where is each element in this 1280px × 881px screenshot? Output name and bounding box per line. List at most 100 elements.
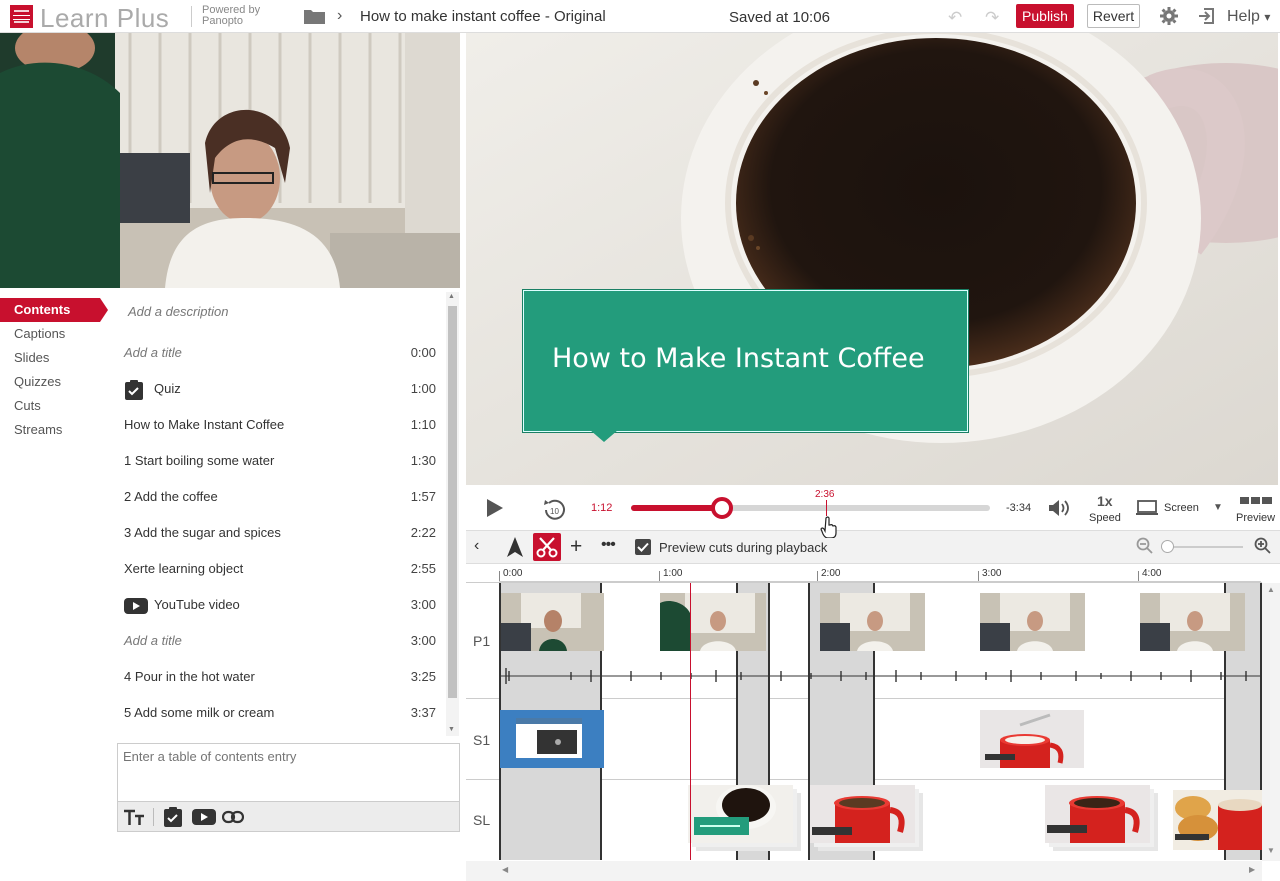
zoom-out-icon[interactable]	[1136, 537, 1154, 555]
session-title: How to make instant coffee - Original	[360, 8, 606, 25]
chevron-left-icon[interactable]: ‹	[474, 537, 479, 555]
gear-icon[interactable]	[1160, 7, 1178, 25]
powered-by: Powered by Panopto	[202, 4, 261, 27]
more-icon[interactable]: •••	[601, 536, 616, 554]
nav-item-cuts[interactable]: Cuts	[0, 394, 108, 418]
volume-icon[interactable]	[1047, 498, 1071, 518]
redo-icon[interactable]: ↷	[985, 8, 999, 28]
entry-title: 5 Add some milk or cream	[124, 705, 275, 720]
ruler-label: 1:00	[663, 568, 683, 579]
list-item[interactable]: How to Make Instant Coffee 1:10	[124, 407, 436, 443]
rewind-10-icon[interactable]: 10	[543, 497, 567, 521]
folder-icon[interactable]	[304, 8, 325, 24]
entry-time: 3:37	[410, 705, 436, 720]
screen-thumbnail	[516, 718, 582, 758]
callout-pointer	[590, 430, 618, 442]
youtube-icon[interactable]	[192, 809, 216, 825]
seek-handle[interactable]	[711, 497, 733, 519]
list-item[interactable]: 3 Add the sugar and spices 2:22	[124, 515, 436, 551]
toolbar-divider	[153, 808, 154, 826]
cut-tool[interactable]	[533, 533, 561, 561]
entry-title: Add a title	[124, 633, 182, 648]
revert-button[interactable]: Revert	[1087, 4, 1140, 28]
playhead[interactable]	[690, 583, 691, 860]
elapsed-time: 1:12	[591, 502, 613, 514]
video-thumbnail	[501, 593, 604, 651]
list-item[interactable]: 1 Start boiling some water 1:30	[124, 443, 436, 479]
time-ruler[interactable]: 0:00 1:00 2:00 3:00 4:00	[499, 566, 1261, 582]
ruler-tick	[499, 571, 500, 581]
play-icon[interactable]	[487, 499, 503, 517]
nav-item-contents[interactable]: Contents	[0, 298, 108, 322]
entry-title: Add a title	[124, 345, 182, 360]
top-bar: Learn Plus Powered by Panopto › How to m…	[0, 0, 1280, 33]
seek-progress	[631, 505, 722, 511]
quiz-icon[interactable]	[164, 807, 182, 827]
nav-item-streams[interactable]: Streams	[0, 418, 108, 442]
pointer-tool-icon[interactable]	[506, 537, 524, 557]
ruler-label: 2:00	[821, 568, 841, 579]
nav-item-slides[interactable]: Slides	[0, 346, 108, 370]
help-menu[interactable]: Help ▾	[1227, 8, 1270, 26]
link-icon[interactable]	[222, 810, 244, 824]
list-item[interactable]: 4 Pour in the hot water 3:25	[124, 659, 436, 695]
scroll-down-icon[interactable]: ▼	[448, 726, 455, 733]
screen-stream-clip[interactable]	[500, 710, 604, 768]
speed-value[interactable]: 1x	[1097, 493, 1113, 509]
zoom-slider[interactable]	[1163, 546, 1243, 548]
chevron-down-icon[interactable]: ▼	[1213, 502, 1223, 513]
list-item[interactable]: Xerte learning object 2:55	[124, 551, 436, 587]
nav-item-captions[interactable]: Captions	[0, 322, 108, 346]
ruler-tick	[817, 571, 818, 581]
editor-toolbar	[466, 530, 1280, 564]
entry-time: 2:55	[410, 561, 436, 576]
speed-label: Speed	[1089, 512, 1121, 524]
ruler-label: 3:00	[982, 568, 1002, 579]
preview-cuts-checkbox[interactable]	[635, 539, 651, 555]
nav-item-quizzes[interactable]: Quizzes	[0, 370, 108, 394]
screen-label[interactable]: Screen	[1164, 502, 1199, 514]
timeline-horizontal-scrollbar[interactable]: ◀ ▶	[466, 861, 1262, 881]
hover-marker	[826, 500, 827, 516]
zoom-in-icon[interactable]	[1254, 537, 1272, 555]
add-icon[interactable]: +	[570, 535, 582, 559]
scissors-icon	[536, 537, 558, 558]
lane-label-s1: S1	[473, 732, 491, 748]
video-thumbnail	[660, 593, 766, 651]
layout-icon[interactable]	[1240, 497, 1272, 505]
scroll-down-icon[interactable]: ▼	[1267, 846, 1275, 855]
contents-list: Add a description Add a title 0:00 Quiz …	[116, 290, 444, 738]
remaining-time: -3:34	[1006, 502, 1032, 514]
list-item[interactable]: Quiz 1:00	[124, 371, 436, 407]
checkmark-icon	[637, 542, 649, 552]
list-item[interactable]: YouTube video 3:00	[124, 587, 436, 623]
list-item[interactable]: 5 Add some milk or cream 3:37	[124, 695, 436, 731]
saved-status: Saved at 10:06	[729, 9, 830, 26]
list-item[interactable]: 2 Add the coffee 1:57	[124, 479, 436, 515]
entry-time: 1:30	[410, 453, 436, 468]
screen-thumbnail	[980, 710, 1084, 768]
app-name: Learn Plus	[40, 3, 170, 33]
zoom-handle[interactable]	[1161, 540, 1174, 553]
publish-button[interactable]: Publish	[1016, 4, 1074, 28]
screen-icon[interactable]	[1136, 500, 1158, 516]
chevron-down-icon: ▾	[1264, 10, 1271, 24]
description-placeholder[interactable]: Add a description	[128, 304, 228, 319]
scroll-right-icon[interactable]: ▶	[1249, 865, 1255, 874]
undo-icon[interactable]: ↶	[948, 8, 962, 28]
exit-icon[interactable]	[1197, 7, 1215, 25]
contents-scroll-thumb[interactable]	[448, 306, 457, 698]
list-item[interactable]: Add a title 3:00	[124, 623, 436, 659]
text-size-icon[interactable]	[123, 808, 145, 826]
scroll-left-icon[interactable]: ◀	[502, 865, 508, 874]
scroll-up-icon[interactable]: ▲	[1267, 585, 1275, 594]
slide-callout: How to Make Instant Coffee	[523, 290, 968, 432]
scroll-up-icon[interactable]: ▲	[448, 293, 455, 300]
preview-label[interactable]: Preview	[1236, 512, 1275, 524]
timeline-vertical-scrollbar[interactable]: ▲ ▼	[1262, 583, 1280, 861]
entry-title: 1 Start boiling some water	[124, 453, 275, 468]
list-item[interactable]: Add a title 0:00	[124, 335, 436, 371]
preview-cuts-label: Preview cuts during playback	[659, 540, 828, 555]
quiz-icon	[125, 380, 143, 400]
toc-entry-input[interactable]	[118, 744, 459, 801]
